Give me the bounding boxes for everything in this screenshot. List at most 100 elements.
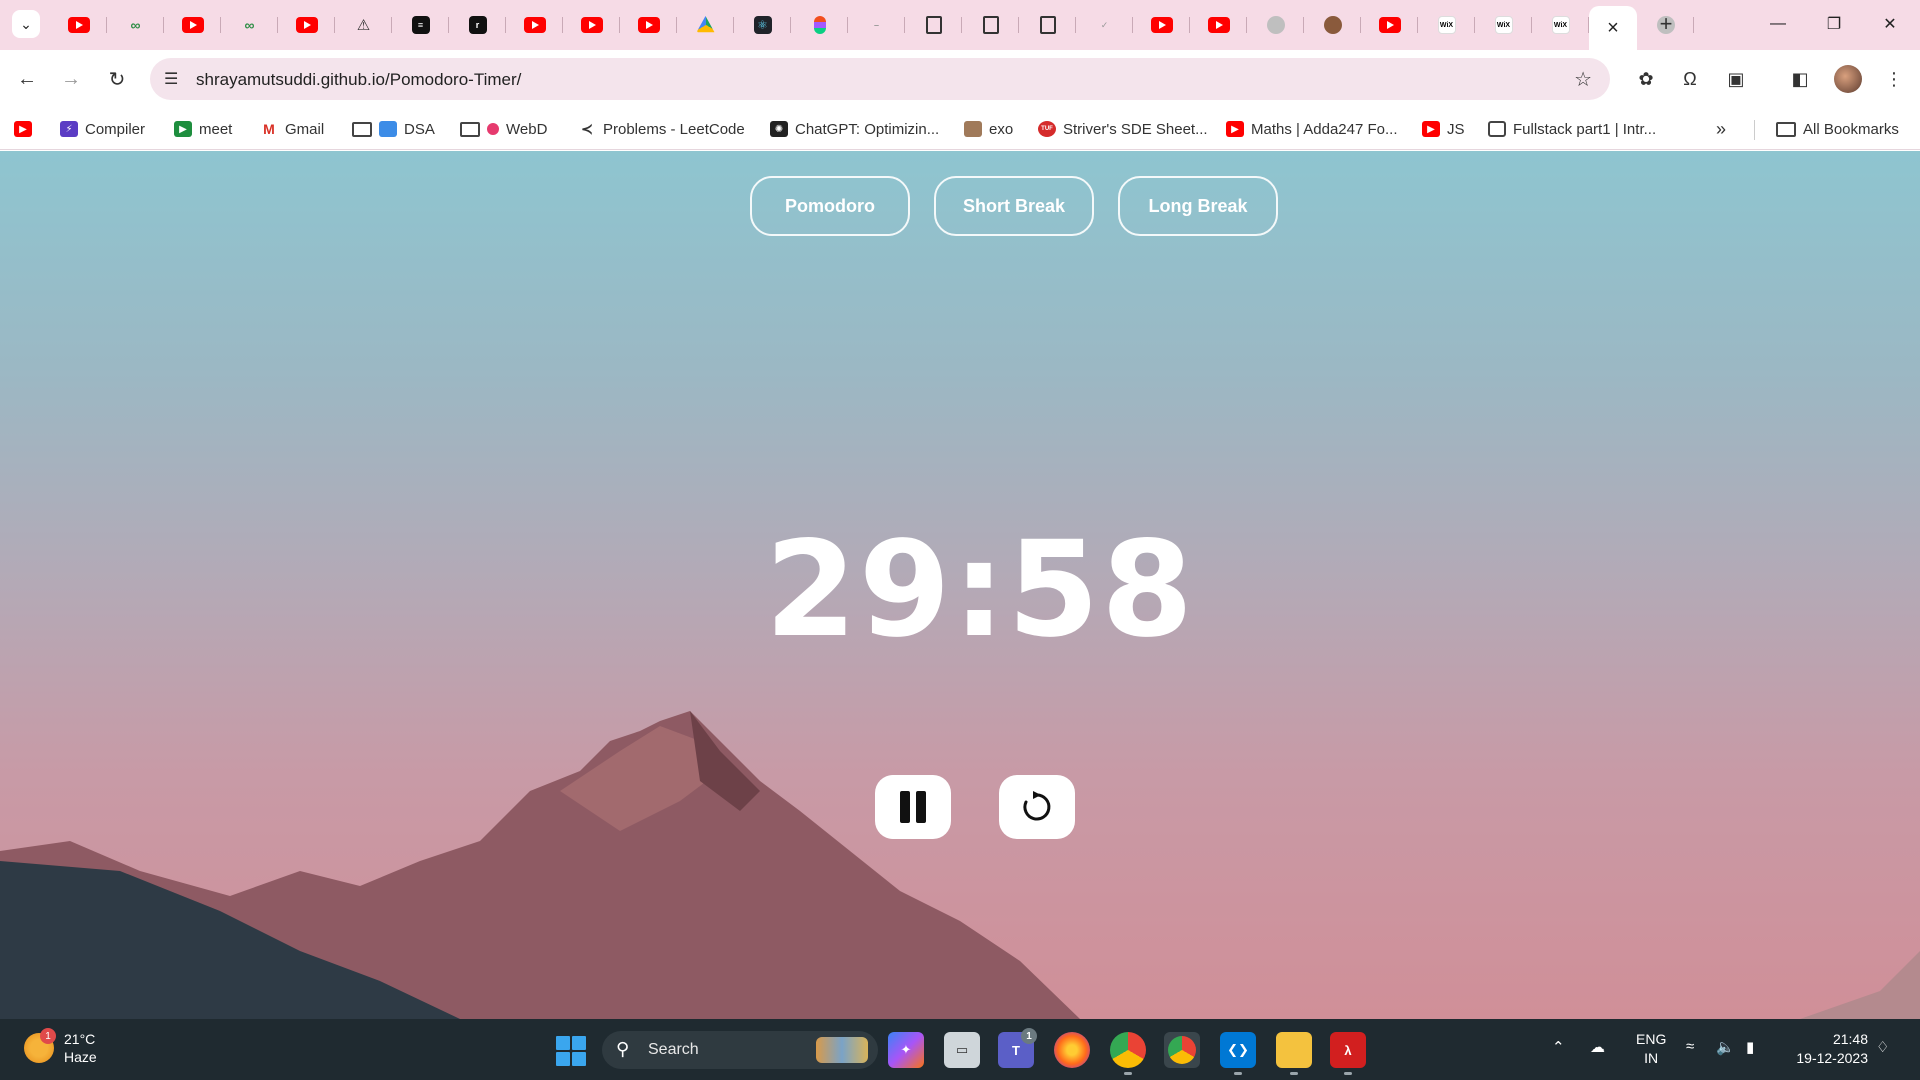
url-text[interactable]: shrayamutsuddi.github.io/Pomodoro-Timer/ xyxy=(196,70,521,90)
folder-icon xyxy=(460,121,480,137)
onedrive-icon[interactable]: ☁ xyxy=(1590,1038,1605,1056)
bookmark-label: Compiler xyxy=(85,120,146,138)
clock-time: 21:48 xyxy=(1832,1031,1868,1047)
new-tab-button[interactable]: + xyxy=(1652,10,1680,38)
bookmark-item[interactable]: ▶ meet xyxy=(174,116,232,142)
tab[interactable] xyxy=(791,6,848,44)
taskbar-search[interactable]: ⚲ Search xyxy=(602,1031,878,1069)
start-button[interactable] xyxy=(556,1036,586,1066)
tab[interactable] xyxy=(563,6,620,44)
back-button[interactable]: ← xyxy=(12,64,42,94)
menu-kebab-icon[interactable]: ⋮ xyxy=(1880,65,1908,93)
copilot-icon[interactable]: ✦ xyxy=(888,1032,924,1068)
notifications-bell-icon[interactable]: ♢ xyxy=(1876,1038,1889,1056)
battery-icon[interactable]: ▮ xyxy=(1746,1038,1754,1056)
tab[interactable]: WiX xyxy=(1418,6,1475,44)
short-break-mode-button[interactable]: Short Break xyxy=(934,176,1094,236)
close-tab-icon[interactable]: × xyxy=(1607,17,1619,40)
tab[interactable] xyxy=(677,6,734,44)
profile-avatar[interactable] xyxy=(1834,65,1862,93)
tab[interactable]: ⚛ xyxy=(734,6,791,44)
tab[interactable] xyxy=(164,6,221,44)
bookmark-item[interactable]: ≺ Problems - LeetCode xyxy=(578,116,745,142)
search-label: Search xyxy=(648,1041,699,1058)
webd-icon xyxy=(487,123,499,135)
tab[interactable]: ≡ xyxy=(392,6,449,44)
tab[interactable] xyxy=(1019,6,1076,44)
all-bookmarks-button[interactable]: All Bookmarks xyxy=(1776,116,1899,142)
bookmark-item[interactable]: ⚡ Compiler xyxy=(60,116,145,142)
clock[interactable]: 21:48 19-12-2023 xyxy=(1784,1030,1868,1068)
bookmark-folder[interactable]: DSA xyxy=(352,116,435,142)
language-indicator[interactable]: ENG IN xyxy=(1636,1030,1666,1068)
bookmark-folder[interactable]: WebD xyxy=(460,116,547,142)
tab[interactable] xyxy=(506,6,563,44)
black-app-icon: r xyxy=(468,16,487,34)
vscode-icon[interactable]: ❮❯ xyxy=(1220,1032,1256,1075)
tab[interactable]: – xyxy=(848,6,905,44)
chrome-icon[interactable] xyxy=(1110,1032,1146,1075)
tab[interactable] xyxy=(1190,6,1247,44)
site-info-icon[interactable]: ☰ xyxy=(164,69,178,89)
tab-active[interactable]: × xyxy=(1589,6,1637,50)
tab[interactable] xyxy=(1247,6,1304,44)
minimize-button[interactable]: — xyxy=(1750,0,1806,48)
task-view-icon[interactable]: ▭ xyxy=(944,1032,980,1068)
restore-button[interactable]: ❐ xyxy=(1806,0,1862,48)
chrome-profile-icon[interactable] xyxy=(1164,1032,1200,1068)
tab[interactable]: WiX xyxy=(1475,6,1532,44)
youtube-icon xyxy=(523,17,546,33)
bookmark-item[interactable]: ✺ ChatGPT: Optimizin... xyxy=(770,116,939,142)
teams-icon[interactable]: T1 xyxy=(998,1028,1037,1068)
bookmark-item[interactable]: M Gmail xyxy=(260,116,324,142)
side-panel-icon[interactable]: ◧ xyxy=(1786,65,1814,93)
tab[interactable]: r xyxy=(449,6,506,44)
tab[interactable]: ∞ xyxy=(107,6,164,44)
long-break-mode-button[interactable]: Long Break xyxy=(1118,176,1278,236)
extension-bug-icon[interactable]: ✿ xyxy=(1632,65,1660,93)
volume-muted-icon[interactable]: 🔈 xyxy=(1716,1038,1735,1056)
tab[interactable] xyxy=(905,6,962,44)
firefox-icon[interactable] xyxy=(1054,1032,1090,1068)
weather-widget[interactable]: 21°C Haze xyxy=(64,1030,97,1066)
bookmark-item[interactable]: Fullstack part1 | Intr... xyxy=(1488,116,1656,142)
close-window-button[interactable]: ✕ xyxy=(1862,0,1918,48)
bookmark-youtube[interactable]: ▶ xyxy=(14,116,32,142)
extension-icon[interactable]: Ω xyxy=(1676,65,1704,93)
bookmark-item[interactable]: TUF Striver's SDE Sheet... xyxy=(1038,116,1208,142)
tray-chevron-up-icon[interactable]: ⌃ xyxy=(1552,1038,1565,1056)
bookmark-label: Gmail xyxy=(285,120,325,138)
bookmark-star-icon[interactable]: ☆ xyxy=(1574,67,1592,92)
bookmark-item[interactable]: ▶ JS xyxy=(1422,116,1465,142)
browser-toolbar: ← → ↻ ☰ shrayamutsuddi.github.io/Pomodor… xyxy=(0,50,1920,108)
tab[interactable] xyxy=(278,6,335,44)
acrobat-icon[interactable]: λ xyxy=(1330,1032,1366,1075)
tab[interactable]: ⚠ xyxy=(335,6,392,44)
tab[interactable] xyxy=(962,6,1019,44)
reset-button[interactable] xyxy=(999,775,1075,839)
tab-search-button[interactable]: ⌄ xyxy=(12,10,40,38)
reload-button[interactable]: ↻ xyxy=(102,64,132,94)
file-explorer-icon[interactable] xyxy=(1276,1032,1312,1075)
tab[interactable]: ∞ xyxy=(221,6,278,44)
bookmark-item[interactable]: exo xyxy=(964,116,1013,142)
bookmark-label: JS xyxy=(1447,120,1465,138)
tab[interactable] xyxy=(1304,6,1361,44)
tab-list: ∞ ∞ ⚠ ≡ r ⚛ – ✓ WiX WiX WiX × xyxy=(50,6,1694,50)
youtube-icon xyxy=(1378,17,1401,33)
tab[interactable] xyxy=(50,6,107,44)
youtube-icon xyxy=(67,17,90,33)
forward-button[interactable]: → xyxy=(56,64,86,94)
more-bookmarks-chevron-icon[interactable]: » xyxy=(1716,119,1726,140)
pomodoro-mode-button[interactable]: Pomodoro xyxy=(750,176,910,236)
tab[interactable] xyxy=(620,6,677,44)
extensions-puzzle-icon[interactable]: ▣ xyxy=(1722,65,1750,93)
bookmark-item[interactable]: ▶ Maths | Adda247 Fo... xyxy=(1226,116,1397,142)
tab[interactable] xyxy=(1133,6,1190,44)
tab[interactable]: ✓ xyxy=(1076,6,1133,44)
pause-button[interactable] xyxy=(875,775,951,839)
tab[interactable] xyxy=(1361,6,1418,44)
address-bar[interactable]: ☰ shrayamutsuddi.github.io/Pomodoro-Time… xyxy=(150,58,1610,100)
wifi-icon[interactable]: ≈ xyxy=(1686,1038,1694,1055)
tab[interactable]: WiX xyxy=(1532,6,1589,44)
